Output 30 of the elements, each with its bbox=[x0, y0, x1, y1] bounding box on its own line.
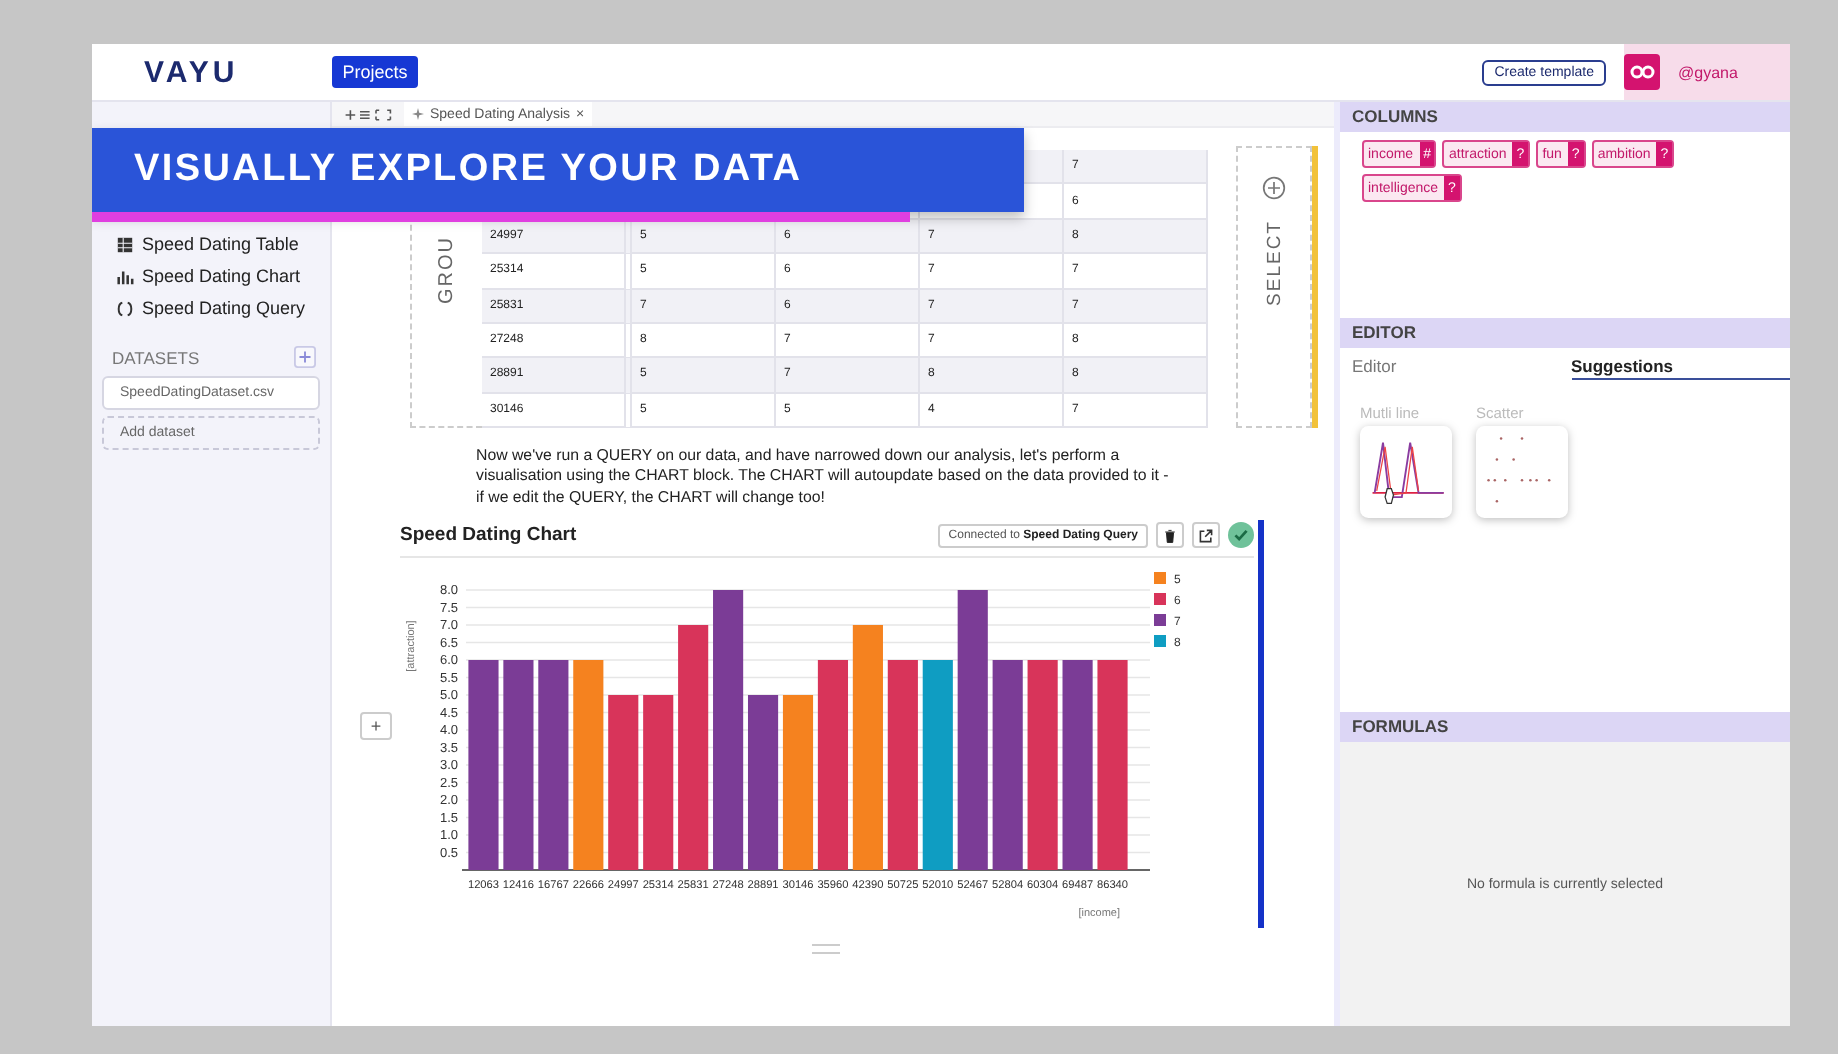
add-icon[interactable] bbox=[294, 346, 316, 368]
braces-icon bbox=[116, 299, 134, 317]
username: @gyana bbox=[1678, 63, 1738, 81]
panel-heading: FORMULAS bbox=[1340, 712, 1790, 742]
open-external-button[interactable] bbox=[1192, 522, 1220, 549]
external-link-icon bbox=[1198, 527, 1214, 544]
delete-button[interactable] bbox=[1156, 522, 1184, 549]
trash-icon bbox=[1162, 527, 1178, 544]
toolbar-icons[interactable] bbox=[344, 107, 392, 121]
sidebar-item[interactable]: Speed Dating Query bbox=[92, 294, 330, 322]
panel-heading: EDITOR bbox=[1340, 318, 1790, 348]
sidebar-item[interactable]: Speed Dating Table bbox=[92, 230, 330, 258]
editor-tab[interactable]: Suggestions bbox=[1571, 356, 1790, 380]
section-heading: DATASETS bbox=[112, 347, 200, 367]
table-icon bbox=[116, 235, 134, 253]
add-block-button[interactable]: + bbox=[360, 711, 392, 740]
group-label: GROU bbox=[436, 236, 458, 304]
projects-button[interactable]: Projects bbox=[332, 56, 418, 88]
resize-handle[interactable] bbox=[812, 943, 840, 954]
chart-title: Speed Dating Chart bbox=[400, 524, 577, 547]
select-label: SELECT bbox=[1263, 220, 1285, 306]
bar-chart-icon bbox=[116, 267, 134, 285]
panel-heading: COLUMNS bbox=[1340, 102, 1790, 132]
add-circle-icon bbox=[1262, 176, 1286, 200]
sparkle-icon bbox=[412, 108, 424, 120]
logo[interactable]: VAYU bbox=[144, 55, 239, 89]
user-menu[interactable]: @gyana bbox=[1624, 44, 1790, 100]
banner: VISUALLY EXPLORE YOUR DATA bbox=[92, 128, 1024, 212]
editor-tab[interactable]: Editor bbox=[1352, 356, 1571, 380]
sidebar-item[interactable]: Speed Dating Chart bbox=[92, 262, 330, 290]
